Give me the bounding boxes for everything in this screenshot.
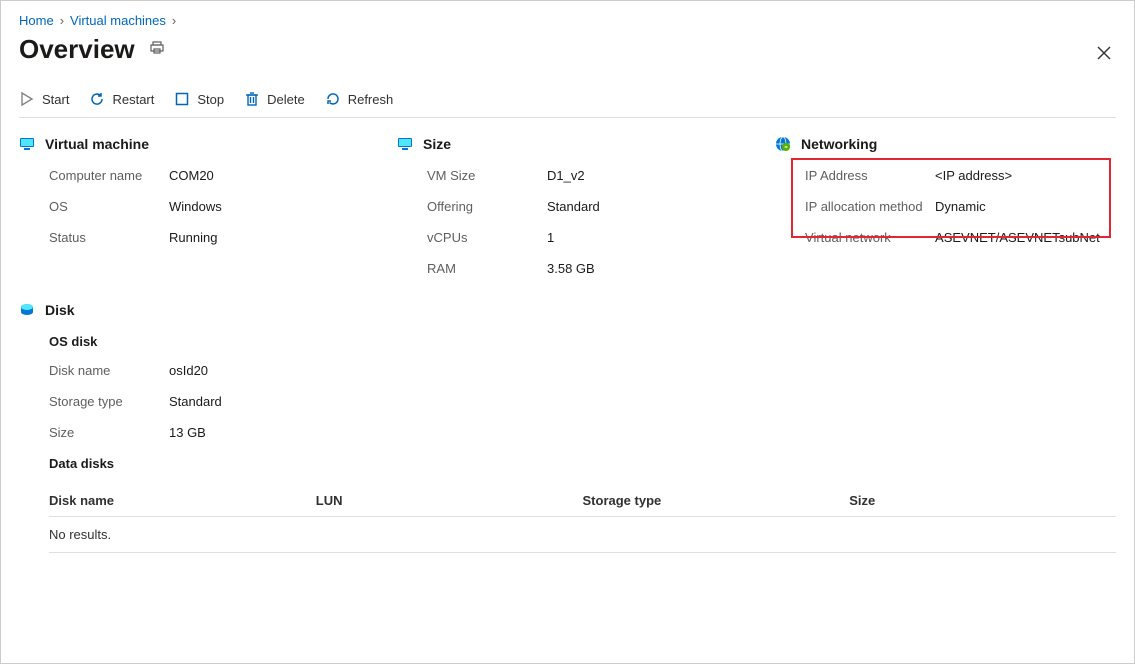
- kv-virtual-network: Virtual networkASEVNET/ASEVNETsubNet: [805, 230, 1116, 245]
- refresh-button[interactable]: Refresh: [325, 91, 394, 107]
- kv-os: OSWindows: [49, 199, 377, 214]
- col-lun: LUN: [316, 493, 583, 508]
- print-icon[interactable]: [149, 40, 165, 59]
- kv-ip-address: IP Address<IP address>: [805, 168, 1116, 183]
- kv-vcpus: vCPUs1: [427, 230, 755, 245]
- data-disks-table-header: Disk name LUN Storage type Size: [49, 485, 1116, 517]
- breadcrumb-virtual-machines[interactable]: Virtual machines: [70, 13, 166, 28]
- section-virtual-machine: Virtual machine: [19, 136, 377, 152]
- disk-icon: [19, 302, 35, 318]
- toolbar: Start Restart Stop Delete Refresh: [19, 83, 1116, 118]
- delete-button[interactable]: Delete: [244, 91, 305, 107]
- table-row-empty: No results.: [49, 517, 1116, 553]
- section-networking: Networking: [775, 136, 1116, 152]
- chevron-right-icon: ›: [172, 13, 176, 28]
- kv-offering: OfferingStandard: [427, 199, 755, 214]
- delete-label: Delete: [267, 92, 305, 107]
- breadcrumb: Home › Virtual machines ›: [19, 13, 1116, 28]
- breadcrumb-home[interactable]: Home: [19, 13, 54, 28]
- subhead-data-disks: Data disks: [49, 456, 1116, 471]
- section-size: Size: [397, 136, 755, 152]
- col-storage-type: Storage type: [583, 493, 850, 508]
- kv-computer-name: Computer nameCOM20: [49, 168, 377, 183]
- kv-disk-name: Disk nameosId20: [49, 363, 1116, 378]
- kv-status: StatusRunning: [49, 230, 377, 245]
- section-disk: Disk: [19, 302, 1116, 318]
- stop-button[interactable]: Stop: [174, 91, 224, 107]
- globe-icon: [775, 136, 791, 152]
- kv-storage-type: Storage typeStandard: [49, 394, 1116, 409]
- stop-label: Stop: [197, 92, 224, 107]
- col-disk-name: Disk name: [49, 493, 316, 508]
- refresh-label: Refresh: [348, 92, 394, 107]
- subhead-os-disk: OS disk: [49, 334, 1116, 349]
- kv-ip-allocation: IP allocation methodDynamic: [805, 199, 1116, 214]
- restart-button[interactable]: Restart: [89, 91, 154, 107]
- kv-vmsize: VM SizeD1_v2: [427, 168, 755, 183]
- kv-ram: RAM3.58 GB: [427, 261, 755, 276]
- kv-disk-size: Size13 GB: [49, 425, 1116, 440]
- chevron-right-icon: ›: [60, 13, 64, 28]
- monitor-icon: [19, 137, 35, 151]
- start-button[interactable]: Start: [19, 91, 69, 107]
- monitor-icon: [397, 137, 413, 151]
- close-icon[interactable]: [1096, 45, 1112, 64]
- col-size: Size: [849, 493, 1116, 508]
- start-label: Start: [42, 92, 69, 107]
- page-title: Overview: [19, 34, 135, 65]
- restart-label: Restart: [112, 92, 154, 107]
